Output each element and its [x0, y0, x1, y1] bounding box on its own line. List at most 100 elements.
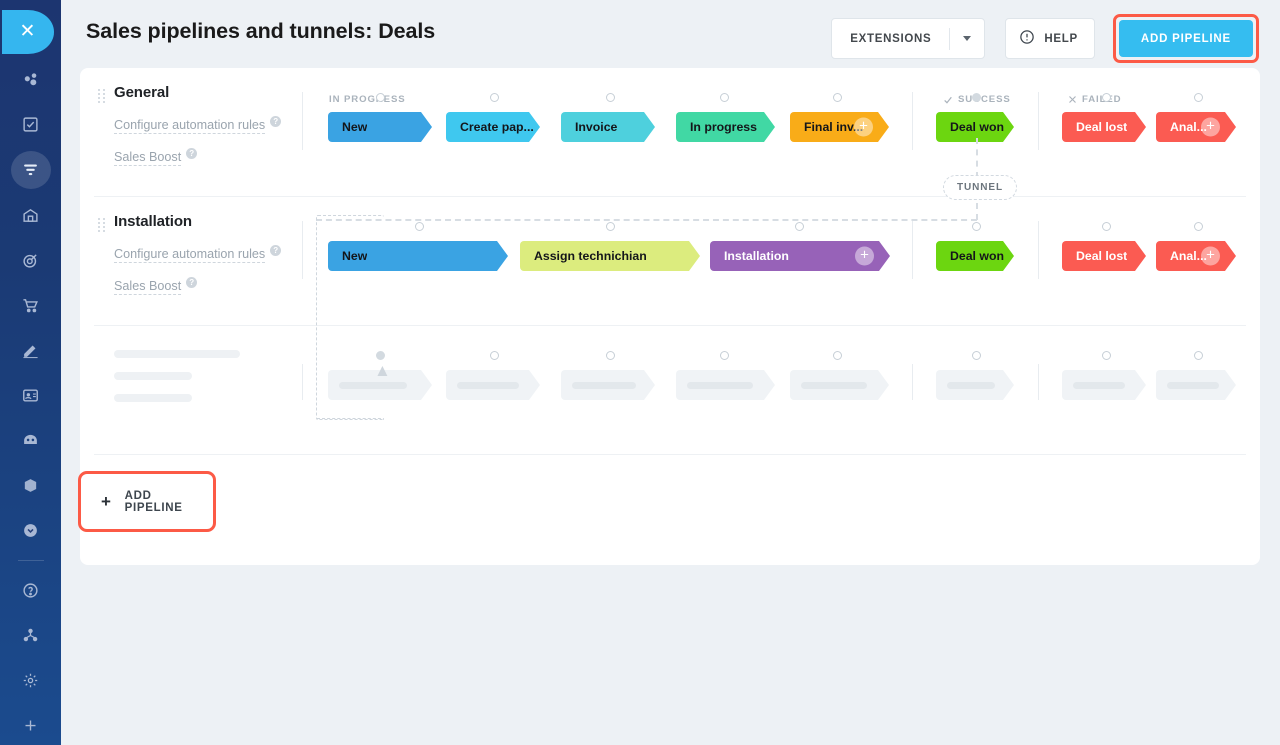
column-divider — [912, 92, 913, 150]
box-icon[interactable] — [11, 467, 51, 505]
sales-boost-link[interactable]: Sales Boost — [114, 150, 182, 166]
contacts-icon[interactable] — [11, 376, 51, 414]
column-divider — [1038, 92, 1039, 150]
stage-node[interactable]: Deal won — [936, 112, 1014, 142]
skeleton-text-line — [114, 394, 192, 402]
stage-label: New — [342, 120, 368, 134]
skeleton-text-line — [114, 372, 192, 380]
stage-connector-knob[interactable] — [972, 93, 981, 102]
tunnel-badge[interactable]: TUNNEL — [943, 175, 1017, 200]
pipelines-card: General Configure automation rules ? Sal… — [80, 68, 1260, 565]
check-icon — [944, 96, 952, 104]
stage-node[interactable]: Create pap... — [446, 112, 540, 142]
stage-node[interactable]: Installation + — [710, 241, 890, 271]
skeleton-connector-knob — [1194, 351, 1203, 360]
stage-node[interactable]: Anal... + — [1156, 112, 1236, 142]
pipeline-row-placeholder: ▲ — [80, 326, 1260, 455]
stage-connector-knob[interactable] — [833, 93, 842, 102]
tunnel-line-upper — [976, 138, 978, 178]
stage-connector-knob[interactable] — [415, 222, 424, 231]
signature-icon[interactable] — [11, 331, 51, 369]
network-icon[interactable] — [11, 617, 51, 655]
add-pipeline-footer-highlight: + ADD PIPELINE — [78, 471, 216, 532]
stage-connector-knob[interactable] — [1194, 222, 1203, 231]
add-pipeline-footer-button[interactable]: + ADD PIPELINE — [85, 478, 209, 525]
help-hint-icon[interactable]: ? — [186, 148, 198, 159]
stage-connector-knob[interactable] — [972, 222, 981, 231]
section-label-in-progress: IN PROGRESS — [329, 94, 406, 105]
pipeline-name: General — [114, 84, 170, 101]
stage-node[interactable]: Final inv... + — [790, 112, 889, 142]
pipeline-name: Installation — [114, 213, 192, 230]
stage-node[interactable]: Deal lost — [1062, 112, 1146, 142]
stage-connector-knob[interactable] — [1102, 222, 1111, 231]
stage-label: Installation — [724, 249, 789, 263]
column-divider — [1038, 221, 1039, 279]
add-stage-icon[interactable]: + — [1201, 247, 1220, 266]
add-pipeline-highlight: ADD PIPELINE — [1112, 14, 1259, 63]
drag-handle-icon[interactable] — [98, 89, 105, 103]
bot-icon[interactable] — [11, 421, 51, 459]
skeleton-connector-knob — [833, 351, 842, 360]
stage-connector-knob[interactable] — [606, 93, 615, 102]
help-hint-icon[interactable]: ? — [270, 116, 282, 127]
add-stage-icon[interactable]: + — [1201, 118, 1220, 137]
stage-node[interactable]: New — [328, 112, 432, 142]
configure-automation-rules-link[interactable]: Configure automation rules — [114, 247, 266, 263]
tasks-icon[interactable] — [11, 106, 51, 144]
tunnel-line-lower — [976, 203, 978, 220]
help-label: HELP — [1044, 32, 1078, 45]
help-hint-icon[interactable]: ? — [186, 277, 198, 288]
stage-node[interactable]: Anal... + — [1156, 241, 1236, 271]
stage-connector-knob[interactable] — [376, 93, 385, 102]
add-pipeline-button[interactable]: ADD PIPELINE — [1118, 20, 1253, 57]
cart-icon[interactable] — [11, 286, 51, 324]
goals-icon[interactable] — [11, 241, 51, 279]
stage-node[interactable]: Deal won — [936, 241, 1014, 271]
drag-handle-icon[interactable] — [98, 218, 105, 232]
skeleton-connector-knob — [606, 351, 615, 360]
skeleton-connector-knob — [720, 351, 729, 360]
chevron-circle-icon[interactable] — [11, 512, 51, 550]
help-button[interactable]: HELP — [1005, 18, 1095, 59]
stage-node[interactable]: Assign technichian — [520, 241, 700, 271]
configure-automation-rules-link[interactable]: Configure automation rules — [114, 118, 266, 134]
chevron-down-icon[interactable] — [950, 36, 984, 41]
plus-icon: + — [101, 492, 112, 511]
stage-node[interactable]: In progress — [676, 112, 775, 142]
warehouse-icon[interactable] — [11, 196, 51, 234]
stage-connector-knob[interactable] — [720, 93, 729, 102]
info-circle-icon — [1019, 29, 1035, 48]
stage-label: Create pap... — [460, 120, 534, 134]
leads-icon[interactable] — [11, 61, 51, 99]
sales-boost-link[interactable]: Sales Boost — [114, 279, 182, 295]
skeleton-connector-knob — [490, 351, 499, 360]
skeleton-stage-node — [936, 370, 1014, 400]
stage-connector-knob[interactable] — [490, 93, 499, 102]
stage-label: Deal won — [950, 120, 1004, 134]
stage-node[interactable]: Invoice — [561, 112, 655, 142]
add-stage-icon[interactable]: + — [855, 247, 874, 266]
extensions-button[interactable]: EXTENSIONS — [831, 18, 986, 59]
pipeline-icon[interactable] — [10, 150, 51, 190]
stage-label: Anal... — [1170, 120, 1207, 134]
stage-connector-knob[interactable] — [1102, 93, 1111, 102]
add-stage-icon[interactable]: + — [854, 118, 873, 137]
settings-gear-icon[interactable] — [11, 662, 51, 700]
cross-icon — [1069, 96, 1076, 103]
skeleton-stage-node — [1062, 370, 1146, 400]
app-close-icon[interactable]: ✕ — [1, 10, 54, 54]
stage-connector-knob[interactable] — [1194, 93, 1203, 102]
stage-label: Assign technichian — [534, 249, 647, 263]
help-circle-icon[interactable] — [11, 572, 51, 610]
page-header: Sales pipelines and tunnels: Deals EXTEN… — [61, 0, 1280, 68]
row-divider — [94, 454, 1246, 455]
column-divider — [1038, 364, 1039, 400]
stage-connector-knob[interactable] — [606, 222, 615, 231]
add-plus-icon[interactable] — [11, 707, 51, 745]
help-hint-icon[interactable]: ? — [270, 245, 282, 256]
stage-connector-knob[interactable] — [795, 222, 804, 231]
left-nav-rail: ✕ — [0, 0, 61, 745]
pipeline-meta-installation: Installation Configure automation rules … — [94, 213, 319, 295]
stage-node[interactable]: Deal lost — [1062, 241, 1146, 271]
